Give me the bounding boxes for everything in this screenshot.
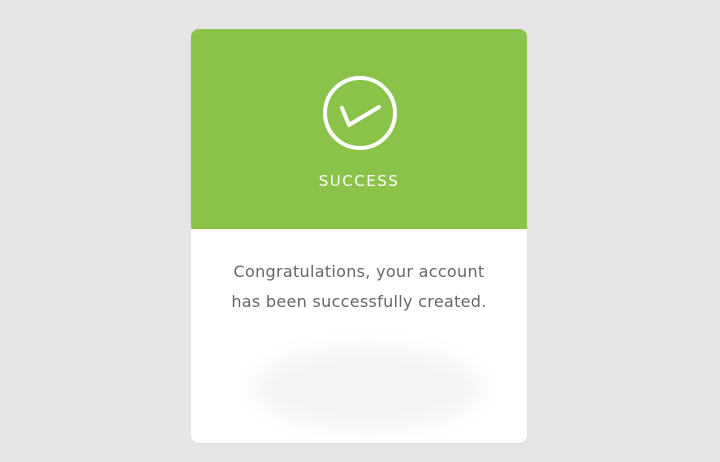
status-title: SUCCESS bbox=[318, 172, 400, 190]
blurred-region bbox=[255, 347, 481, 429]
success-card: SUCCESS Congratulations, your account ha… bbox=[191, 29, 527, 443]
card-header: SUCCESS bbox=[191, 29, 527, 229]
success-message: Congratulations, your account has been s… bbox=[219, 257, 499, 317]
message-line-1: Congratulations, your account bbox=[233, 262, 485, 281]
check-circle-icon bbox=[322, 75, 398, 151]
card-body: Congratulations, your account has been s… bbox=[191, 229, 527, 443]
message-line-2: has been successfully created. bbox=[231, 292, 487, 311]
